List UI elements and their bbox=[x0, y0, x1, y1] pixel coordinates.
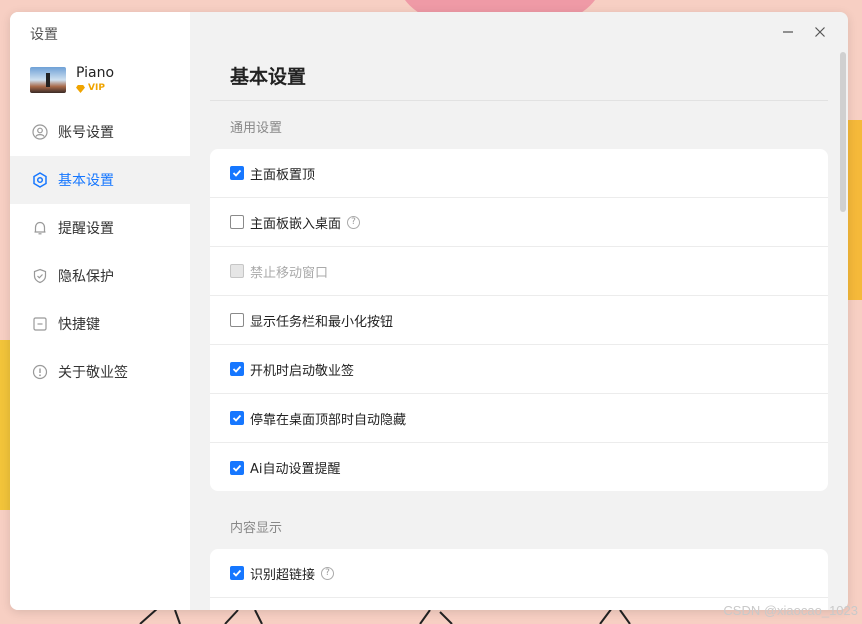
checkbox-checked[interactable] bbox=[230, 460, 244, 475]
option-label: 识别超链接 bbox=[250, 567, 316, 583]
divider bbox=[210, 100, 828, 101]
help-icon[interactable]: ? bbox=[321, 566, 335, 580]
watermark: CSDN @xiaocao_1023 bbox=[723, 603, 858, 618]
sidebar-item-label: 关于敬业签 bbox=[58, 365, 128, 381]
minimize-button[interactable] bbox=[772, 20, 804, 44]
check-icon bbox=[232, 569, 242, 577]
sidebar-item-about[interactable]: 关于敬业签 bbox=[10, 348, 190, 396]
check-icon bbox=[232, 414, 242, 422]
sidebar-item-reminder[interactable]: 提醒设置 bbox=[10, 204, 190, 252]
option-lock-window: 禁止移动窗口 bbox=[210, 247, 828, 296]
vip-label: VIP bbox=[88, 82, 105, 93]
sidebar-item-label: 快捷键 bbox=[58, 317, 100, 333]
sidebar-nav: 账号设置 基本设置 提醒设置 隐私保护 快捷键 关于敬业签 bbox=[10, 108, 190, 396]
checkbox-checked[interactable] bbox=[230, 362, 244, 376]
option-show-taskbar[interactable]: 显示任务栏和最小化按钮 bbox=[210, 296, 828, 345]
check-icon bbox=[232, 464, 242, 472]
option-detect-links[interactable]: 识别超链接 ? bbox=[210, 549, 828, 598]
option-label: 显示任务栏和最小化按钮 bbox=[250, 314, 394, 330]
minimize-icon bbox=[783, 31, 793, 33]
avatar bbox=[30, 67, 66, 93]
shield-icon bbox=[32, 268, 48, 284]
checkbox-disabled bbox=[230, 264, 244, 278]
window-controls bbox=[772, 20, 836, 44]
close-button[interactable] bbox=[804, 20, 836, 44]
main-content: 基本设置 通用设置 主面板置顶 主面板嵌入桌面 ? 禁止移动窗口 显示任务栏和最… bbox=[190, 12, 848, 610]
background-decoration-left bbox=[0, 340, 10, 510]
option-label: 主面板嵌入桌面 bbox=[250, 216, 342, 232]
option-label: 停靠在桌面顶部时自动隐藏 bbox=[250, 412, 407, 428]
vip-badge: VIP bbox=[76, 82, 114, 94]
settings-window: 设置 Piano VIP 账号设置 基本设置 提醒设置 隐私保护 快捷键 关于敬… bbox=[10, 12, 848, 610]
user-profile[interactable]: Piano VIP bbox=[30, 64, 114, 96]
info-icon bbox=[32, 364, 48, 380]
sidebar-item-label: 基本设置 bbox=[58, 173, 114, 189]
option-label: 开机时启动敬业签 bbox=[250, 363, 355, 379]
option-launch-on-startup[interactable]: 开机时启动敬业签 bbox=[210, 345, 828, 394]
option-ai-reminder[interactable]: Ai自动设置提醒 bbox=[210, 443, 828, 491]
section-title-content: 内容显示 bbox=[230, 521, 283, 536]
sidebar-item-shortcuts[interactable]: 快捷键 bbox=[10, 300, 190, 348]
checkbox-checked[interactable] bbox=[230, 411, 244, 425]
section-title-general: 通用设置 bbox=[230, 121, 283, 136]
window-title: 设置 bbox=[30, 27, 58, 43]
diamond-icon bbox=[76, 84, 85, 93]
general-settings-card: 主面板置顶 主面板嵌入桌面 ? 禁止移动窗口 显示任务栏和最小化按钮 开机时启动… bbox=[210, 149, 828, 491]
option-embed-desktop[interactable]: 主面板嵌入桌面 ? bbox=[210, 198, 828, 247]
option-label: 主面板置顶 bbox=[250, 167, 316, 183]
sidebar-item-label: 账号设置 bbox=[58, 125, 114, 141]
sidebar-item-privacy[interactable]: 隐私保护 bbox=[10, 252, 190, 300]
scrollbar[interactable] bbox=[840, 52, 846, 212]
option-label: Ai自动设置提醒 bbox=[250, 462, 341, 477]
sidebar-item-label: 隐私保护 bbox=[58, 269, 114, 285]
checkbox-checked[interactable] bbox=[230, 166, 244, 180]
option-label: 禁止移动窗口 bbox=[250, 265, 329, 281]
close-icon bbox=[815, 27, 825, 37]
option-auto-hide[interactable]: 停靠在桌面顶部时自动隐藏 bbox=[210, 394, 828, 443]
user-icon bbox=[32, 124, 48, 140]
settings-hex-icon bbox=[32, 172, 48, 188]
checkbox-unchecked[interactable] bbox=[230, 313, 244, 327]
help-icon[interactable]: ? bbox=[347, 215, 361, 229]
bell-icon bbox=[32, 220, 48, 236]
sidebar-item-label: 提醒设置 bbox=[58, 221, 114, 237]
sidebar-item-account[interactable]: 账号设置 bbox=[10, 108, 190, 156]
option-pin-main-panel[interactable]: 主面板置顶 bbox=[210, 149, 828, 198]
checkbox-checked[interactable] bbox=[230, 566, 244, 580]
background-decoration-right bbox=[846, 120, 862, 300]
sidebar: 设置 Piano VIP 账号设置 基本设置 提醒设置 隐私保护 快捷键 关于敬… bbox=[10, 12, 190, 610]
check-icon bbox=[232, 169, 242, 177]
content-display-card: 识别超链接 ? bbox=[210, 549, 828, 610]
sidebar-item-basic[interactable]: 基本设置 bbox=[10, 156, 190, 204]
check-icon bbox=[232, 365, 242, 373]
checkbox-unchecked[interactable] bbox=[230, 215, 244, 229]
keyboard-icon bbox=[32, 316, 48, 332]
profile-name: Piano bbox=[76, 65, 115, 82]
page-title: 基本设置 bbox=[230, 66, 307, 88]
